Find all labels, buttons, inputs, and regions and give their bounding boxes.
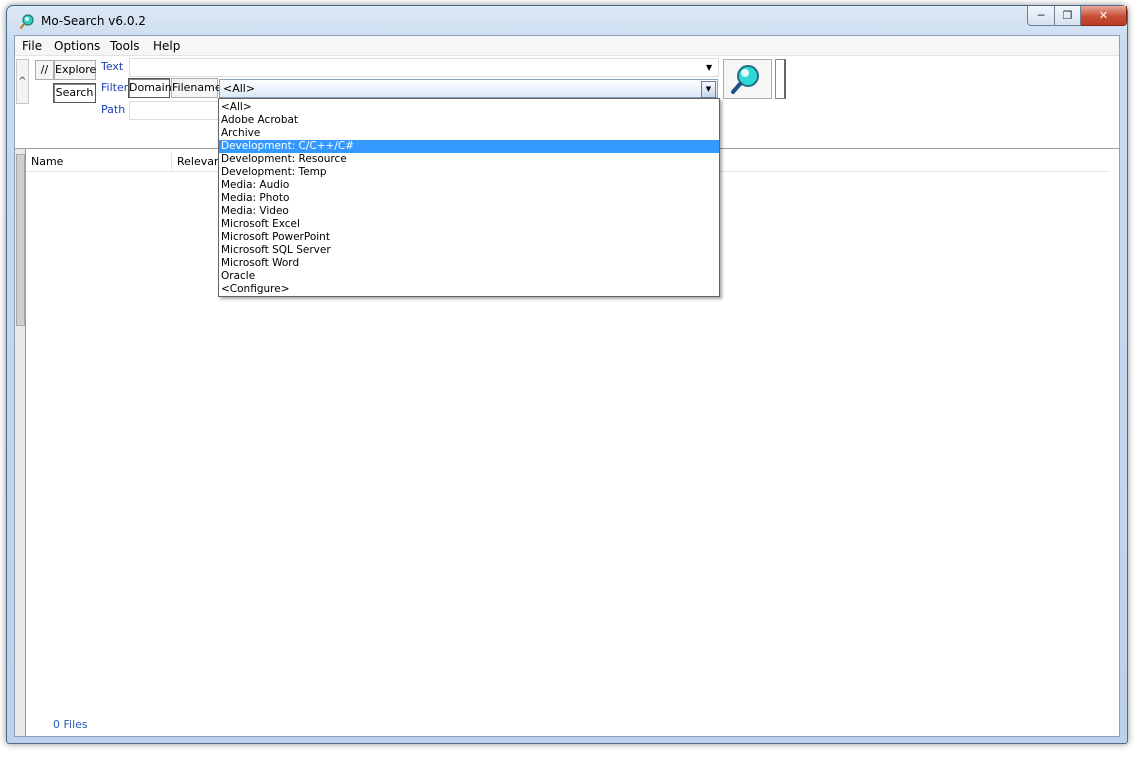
domain-toggle[interactable]: Domain [128, 78, 172, 98]
menu-file[interactable]: File [22, 39, 42, 53]
text-input[interactable] [129, 58, 719, 77]
magnifier-icon [731, 65, 759, 94]
search-button[interactable] [723, 59, 772, 99]
dropdown-option[interactable]: Media: Audio [219, 179, 719, 192]
menu-options[interactable]: Options [54, 39, 100, 53]
dropdown-option[interactable]: <Configure> [219, 283, 719, 296]
filter-select-value: <All> [223, 82, 256, 95]
dropdown-option[interactable]: Media: Video [219, 205, 719, 218]
explore-button[interactable]: Explore [54, 60, 96, 80]
vertical-splitter[interactable] [15, 149, 26, 736]
filter-label: Filter [101, 81, 129, 94]
search-mode-button[interactable]: Search [53, 83, 96, 103]
maximize-button[interactable]: ❐ [1055, 6, 1081, 26]
filter-select[interactable]: <All> ▼ [219, 79, 718, 98]
minimize-button[interactable]: ─ [1027, 6, 1055, 26]
dropdown-option[interactable]: Adobe Acrobat [219, 114, 719, 127]
dropdown-option[interactable]: Microsoft PowerPoint [219, 231, 719, 244]
dropdown-option[interactable]: Microsoft Excel [219, 218, 719, 231]
dropdown-option[interactable]: Microsoft SQL Server [219, 244, 719, 257]
window-controls: ─ ❐ ✕ [1027, 6, 1127, 26]
menu-help[interactable]: Help [153, 39, 180, 53]
text-dropdown-arrow-icon[interactable]: ▼ [706, 63, 712, 72]
chevron-down-icon[interactable]: ▼ [701, 81, 716, 98]
menu-bar: File Options Tools Help [15, 36, 1119, 56]
column-name[interactable]: Name [26, 153, 172, 171]
file-count: 0 Files [53, 718, 88, 731]
filename-toggle[interactable]: Filename [171, 78, 222, 98]
dropdown-option[interactable]: Microsoft Word [219, 257, 719, 270]
window-title: Mo-Search v6.0.2 [41, 14, 146, 28]
dropdown-option[interactable]: Development: Temp [219, 166, 719, 179]
text-label: Text [101, 60, 124, 73]
path-mode-button[interactable]: // [35, 60, 54, 80]
dropdown-option[interactable]: Archive [219, 127, 719, 140]
dropdown-option[interactable]: Development: Resource [219, 153, 719, 166]
close-icon: ✕ [1098, 9, 1109, 22]
app-logo-icon [19, 14, 34, 30]
path-input[interactable] [129, 101, 219, 120]
options-toggle-button[interactable] [775, 59, 786, 99]
collapse-panel-button[interactable]: ^ [16, 59, 29, 104]
dropdown-option[interactable]: <All> [219, 101, 719, 114]
filter-dropdown-list: <All> Adobe Acrobat Archive Development:… [218, 98, 720, 297]
splitter-thumb[interactable] [16, 154, 25, 326]
minimize-icon: ─ [1037, 9, 1045, 22]
dropdown-option-selected[interactable]: Development: C/C++/C# [219, 140, 719, 153]
close-button[interactable]: ✕ [1081, 6, 1127, 26]
restore-icon: ❐ [1062, 9, 1073, 22]
path-label: Path [101, 103, 126, 116]
dropdown-option[interactable]: Oracle [219, 270, 719, 283]
menu-tools[interactable]: Tools [110, 39, 140, 53]
dropdown-option[interactable]: Media: Photo [219, 192, 719, 205]
